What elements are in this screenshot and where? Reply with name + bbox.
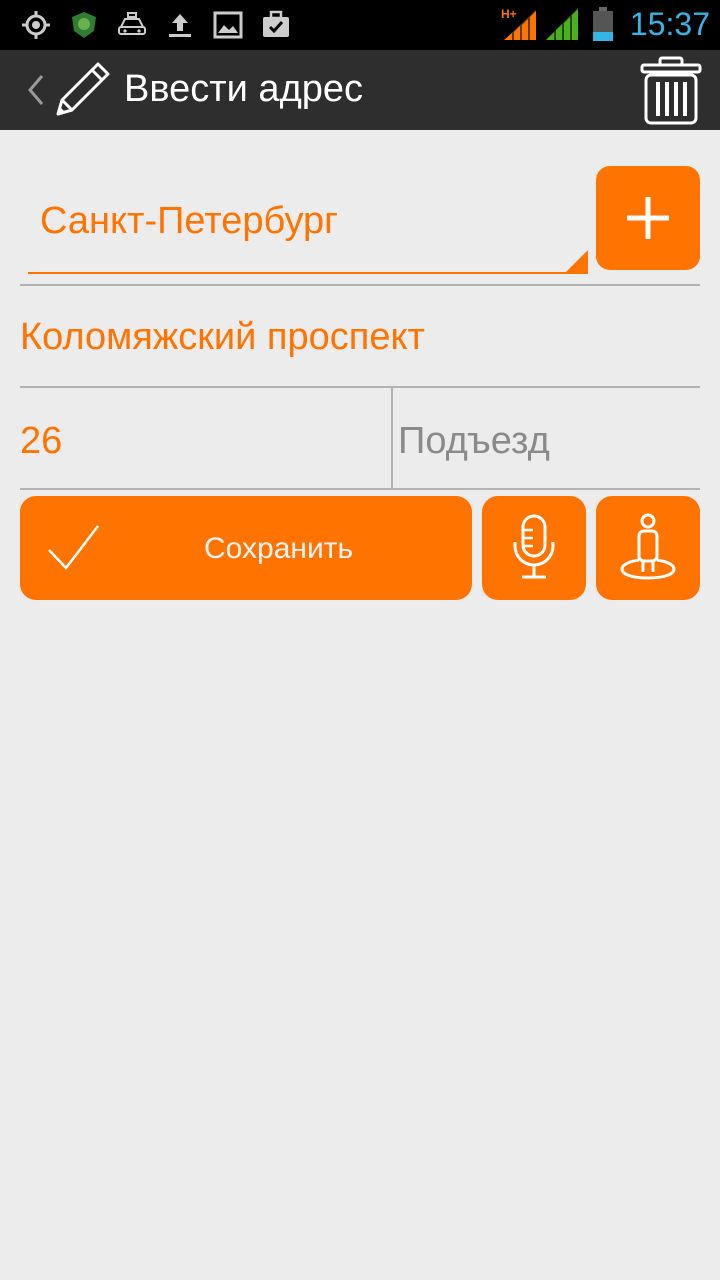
entrance-placeholder: Подъезд [398,420,550,462]
city-value: Санкт-Петербург [40,200,339,242]
page-title: Ввести адрес [124,68,364,110]
microphone-icon [513,514,555,579]
voice-input-button[interactable] [482,496,586,600]
city-spinner[interactable]: Санкт-Петербург [28,166,588,274]
signal-orange-icon: H+ [501,7,536,40]
action-bar: Ввести адрес [0,50,720,130]
entrance-field[interactable]: Подъезд [398,390,700,486]
plus-icon [627,197,669,239]
save-button[interactable]: Сохранить [20,496,472,600]
briefcase-check-icon [263,10,289,37]
pencil-icon [56,62,110,116]
divider [20,488,700,490]
person-location-icon [620,513,676,580]
antivirus-shield-icon [72,12,96,38]
spinner-underline [28,272,588,274]
checkmark-icon [48,525,99,570]
house-number-field[interactable]: 26 [20,390,390,486]
house-number-value: 26 [20,420,63,462]
spinner-dropdown-indicator [564,250,588,274]
status-time: 15:37 [629,6,710,42]
gps-icon [22,11,50,39]
location-person-button[interactable] [596,496,700,600]
signal-green-icon [546,8,578,40]
trash-icon[interactable] [640,56,702,126]
status-bar: H+ 15:37 [0,0,720,50]
street-field[interactable]: Коломяжский проспект [20,288,700,384]
upload-icon [169,14,191,37]
street-value: Коломяжский проспект [20,316,425,358]
battery-icon [593,7,613,41]
gallery-icon [213,11,243,39]
divider [20,386,700,388]
divider [20,284,700,286]
back-chevron-icon[interactable] [24,72,46,108]
save-button-label: Сохранить [204,532,354,565]
add-button[interactable] [596,166,700,270]
network-type-label: H+ [501,7,517,21]
vertical-divider [391,388,393,488]
taxi-car-icon [118,12,146,35]
